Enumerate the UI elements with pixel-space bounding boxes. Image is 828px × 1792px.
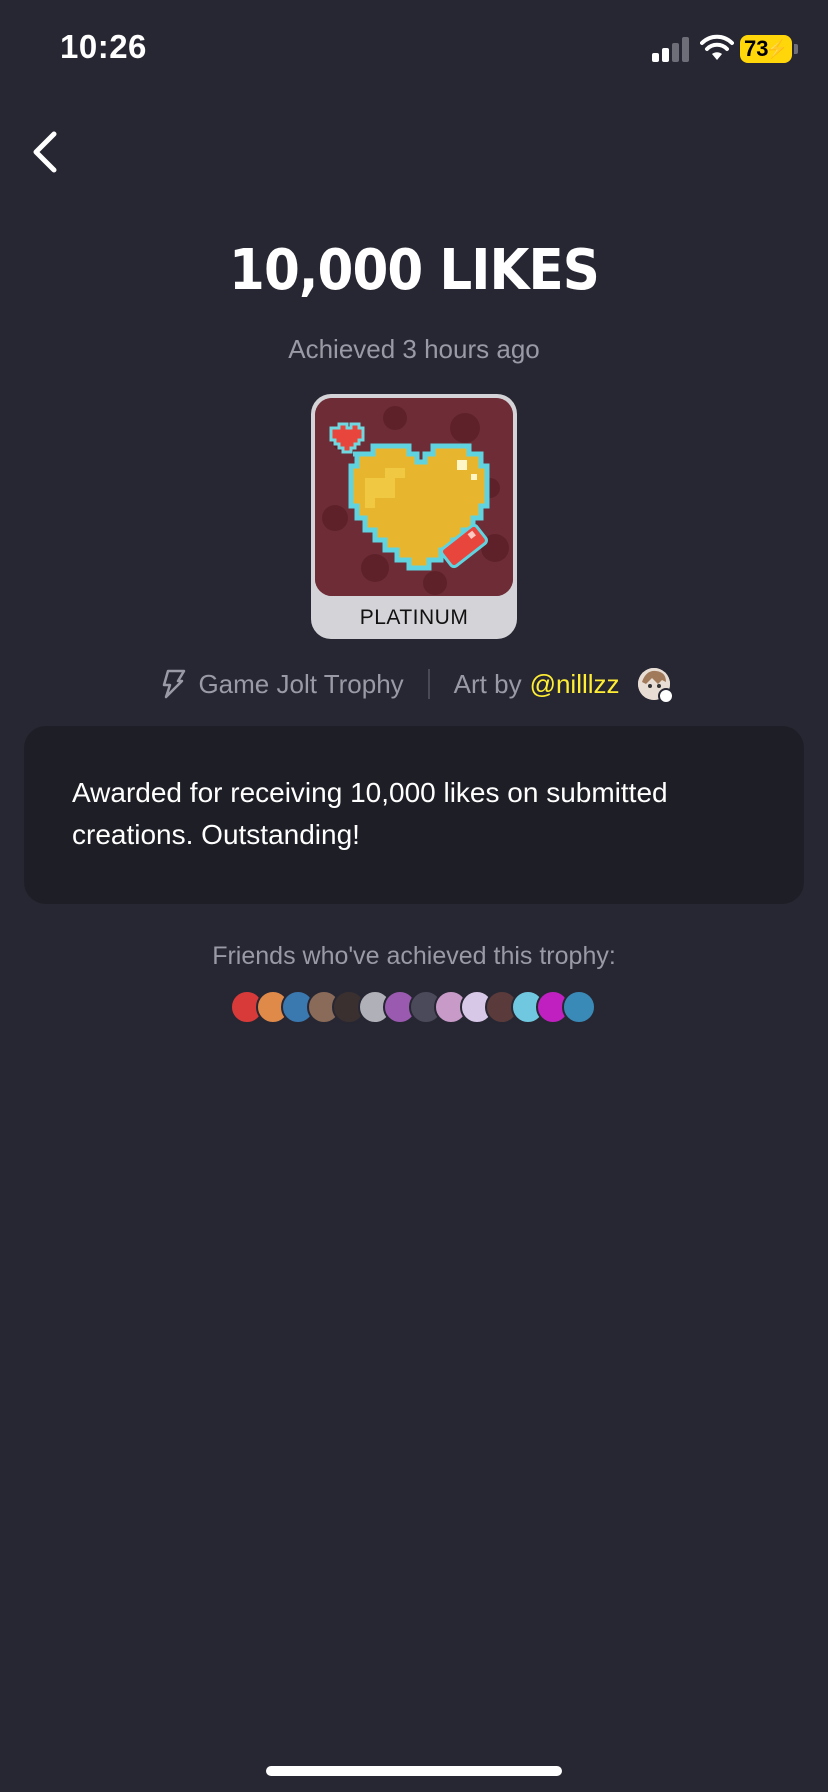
home-indicator [266,1766,562,1776]
trophy-description: Awarded for receiving 10,000 likes on su… [72,777,668,850]
art-credit: Art by @nilllzz [453,668,674,713]
artist-avatar[interactable] [637,668,674,713]
artist-link[interactable]: @nilllzz [530,669,620,700]
back-button[interactable] [26,126,66,176]
battery-cap [794,44,798,54]
battery-indicator: 73 ⚡ [740,35,792,63]
friends-avatar-list[interactable] [230,990,610,1024]
description-card: Awarded for receiving 10,000 likes on su… [24,726,804,904]
meta-divider [427,669,430,699]
heart-trophy-icon [315,398,513,596]
cellular-signal-icon [652,36,692,62]
trophy-source-label: Game Jolt Trophy [198,668,404,699]
art-by-label: Art by [453,668,522,699]
status-time: 10:26 [60,28,147,65]
charging-bolt-icon: ⚡ [765,39,788,59]
trophy-source: Game Jolt Trophy [158,668,404,700]
page-title: 10,000 LIKES [229,238,600,303]
trophy-screen: 10:26 73 ⚡ 10,000 LIKES Achieved 3 hours… [0,0,828,1792]
friend-avatar[interactable] [561,990,596,1024]
wifi-icon [700,34,734,60]
chevron-left-icon [33,131,57,173]
trophy-meta-row: Game Jolt Trophy Art by @nilllzz [0,666,828,713]
verified-icon [657,688,674,713]
trophy-card: PLATINUM [311,394,517,639]
friends-label: Friends who've achieved this trophy: [212,942,616,970]
achieved-time: Achieved 3 hours ago [288,334,540,364]
trophy-image [315,398,513,596]
game-jolt-icon [163,669,186,699]
status-bar: 10:26 73 ⚡ [0,0,828,100]
trophy-tier-label: PLATINUM [359,606,469,629]
